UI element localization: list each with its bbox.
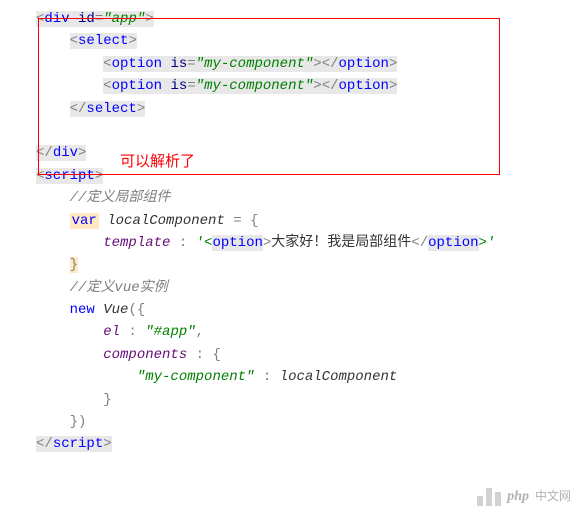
code-line: <select> bbox=[8, 30, 571, 52]
watermark: php 中文网 bbox=[477, 486, 571, 508]
code-line: <option is="my-component"></option> bbox=[8, 53, 571, 75]
code-line: } bbox=[8, 254, 571, 276]
watermark-text: 中文网 bbox=[535, 487, 571, 506]
code-line: components : { bbox=[8, 344, 571, 366]
code-line: //定义vue实例 bbox=[8, 277, 571, 299]
code-line: </div> bbox=[8, 142, 571, 164]
code-line: }) bbox=[8, 411, 571, 433]
code-line: </script> bbox=[8, 433, 571, 455]
code-line: <div id="app"> bbox=[8, 8, 571, 30]
code-line: "my-component" : localComponent bbox=[8, 366, 571, 388]
annotation-text: 可以解析了 bbox=[120, 150, 195, 174]
code-line bbox=[8, 120, 571, 142]
code-line: <option is="my-component"></option> bbox=[8, 75, 571, 97]
code-line: </select> bbox=[8, 98, 571, 120]
code-line: el : "#app", bbox=[8, 321, 571, 343]
code-line: template : '<option>大家好！我是局部组件</option>' bbox=[8, 232, 571, 254]
code-line: } bbox=[8, 389, 571, 411]
code-line: //定义局部组件 bbox=[8, 187, 571, 209]
code-editor: <div id="app"> <select> <option is="my-c… bbox=[8, 8, 571, 456]
watermark-php: php bbox=[507, 486, 529, 508]
code-line: var localComponent = { bbox=[8, 210, 571, 232]
code-line: new Vue({ bbox=[8, 299, 571, 321]
code-line: <script> bbox=[8, 165, 571, 187]
watermark-bars-icon bbox=[477, 488, 501, 506]
